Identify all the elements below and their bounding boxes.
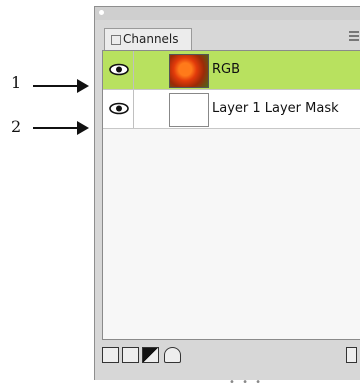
eye-visibility-icon[interactable] <box>109 102 129 115</box>
channel-row-rgb[interactable]: RGB <box>103 51 360 90</box>
mask-thumbnail <box>169 93 209 127</box>
callout-2: 2 <box>11 117 22 136</box>
close-icon[interactable] <box>111 35 121 45</box>
channel-options-icon[interactable] <box>164 347 181 363</box>
channel-name: Layer 1 Layer Mask <box>212 101 339 116</box>
callout-1: 1 <box>11 73 22 92</box>
channel-list: RGB Layer 1 Layer Mask <box>102 50 360 340</box>
load-channel-as-selection-icon[interactable] <box>102 347 119 363</box>
channels-panel: Channels RGB Layer 1 Layer Mask • • • <box>94 6 360 388</box>
row-divider <box>133 51 134 89</box>
panel-footer <box>102 339 360 369</box>
eye-visibility-icon[interactable] <box>109 63 129 76</box>
new-channel-icon[interactable] <box>142 347 159 363</box>
delete-channel-icon[interactable] <box>346 347 357 363</box>
callout-arrow-1 <box>33 79 89 93</box>
panel-collapse-icon[interactable] <box>99 10 104 15</box>
panel-menu-icon[interactable] <box>349 29 359 43</box>
tab-channels-label: Channels <box>123 32 179 46</box>
channel-row-layer-mask[interactable]: Layer 1 Layer Mask <box>103 90 360 129</box>
row-divider <box>133 90 134 128</box>
rgb-thumbnail <box>169 54 209 88</box>
tab-channels[interactable]: Channels <box>104 28 192 51</box>
save-selection-as-channel-icon[interactable] <box>122 347 139 363</box>
callout-arrow-2 <box>33 121 89 135</box>
channel-name: RGB <box>212 62 241 77</box>
panel-titlebar[interactable] <box>95 7 360 20</box>
